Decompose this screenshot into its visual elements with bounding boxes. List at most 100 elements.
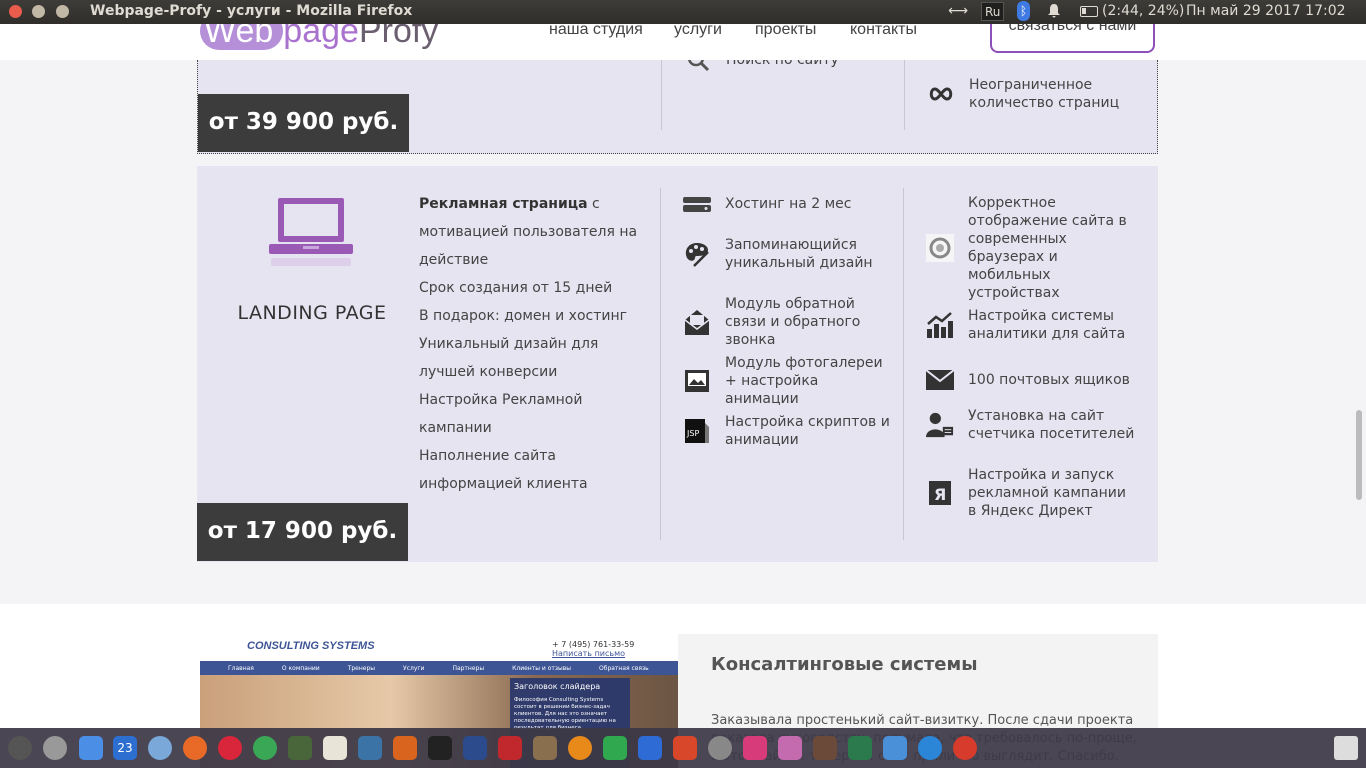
feature-text: Корректное отображение сайта в современн… — [968, 195, 1127, 301]
chrome-icon[interactable] — [253, 736, 277, 760]
service-title: LANDING PAGE — [237, 302, 387, 324]
browser-icon — [926, 234, 954, 262]
code-icon[interactable] — [463, 736, 487, 760]
nav-projects[interactable]: проекты — [755, 24, 816, 39]
feature-text: Модуль фотогалереи + настройка анимации — [725, 355, 883, 407]
upload-icon[interactable] — [953, 736, 977, 760]
python-icon[interactable] — [358, 736, 382, 760]
feature-item: 100 почтовых ящиков — [926, 366, 1138, 394]
description-item: Срок создания от 15 дней — [419, 280, 613, 296]
screenshot-phone: + 7 (495) 761-33-59 Написать письмо — [552, 640, 634, 658]
screenshot-nav: Главная О компании Тренеры Услуги Партне… — [200, 661, 678, 675]
divider — [904, 60, 905, 130]
system-icon[interactable] — [708, 736, 732, 760]
firefox-icon[interactable] — [183, 736, 207, 760]
monitor-icon[interactable] — [848, 736, 872, 760]
divider — [903, 188, 904, 540]
screenshot-nav-item: Обратная связь — [599, 664, 649, 672]
screenshot-nav-item: Партнеры — [452, 664, 485, 672]
console-icon[interactable] — [428, 736, 452, 760]
window-close-button[interactable] — [9, 5, 22, 18]
feature-item: Установка на сайт счетчика посетителей — [926, 407, 1138, 443]
launcher-icon[interactable] — [8, 736, 32, 760]
feature-text: Настройка и запуск рекламной кампании в … — [968, 467, 1126, 519]
docs-icon[interactable] — [638, 736, 662, 760]
feature-item: Настройка системы аналитики для сайта — [926, 307, 1138, 343]
gimp-icon[interactable] — [533, 736, 557, 760]
feature-item: Корректное отображение сайта в современн… — [926, 194, 1138, 302]
fox-icon[interactable] — [393, 736, 417, 760]
flower-icon[interactable] — [743, 736, 767, 760]
slides-icon[interactable] — [673, 736, 697, 760]
feature-text: Запоминающийся уникальный дизайн — [725, 237, 873, 271]
blender-icon[interactable] — [568, 736, 592, 760]
clock[interactable]: Пн май 29 2017 17:02 — [1186, 3, 1346, 19]
description-item: Уникальный дизайн для лучшей конверсии — [419, 336, 599, 380]
logo-part-profy: Profy — [358, 24, 439, 50]
feature-item: JSP Настройка скриптов и анимации — [683, 413, 895, 449]
battery-status: (2:44, 24%) — [1102, 3, 1185, 19]
screenshot-nav-item: Услуги — [403, 664, 425, 672]
folder-icon[interactable] — [883, 736, 907, 760]
finder-icon[interactable] — [79, 736, 103, 760]
feature-item: Модуль обратной связи и обратного звонка — [683, 295, 895, 349]
site-logo[interactable]: Web pageProfy — [200, 24, 438, 51]
palette-icon — [683, 240, 711, 268]
window-minimize-button[interactable] — [32, 5, 45, 18]
description-lead: Рекламная страница с мотивацией пользова… — [419, 190, 654, 274]
yandex-icon: Я — [926, 479, 954, 507]
feature-text: 100 почтовых ящиков — [968, 372, 1130, 388]
nav-contacts[interactable]: контакты — [850, 24, 917, 39]
mail-open-icon — [683, 308, 711, 336]
project-title: Консалтинговые системы — [711, 654, 978, 675]
logo-part-page: page — [283, 24, 359, 50]
opera-icon[interactable] — [218, 736, 242, 760]
screenshot-write-link: Написать письмо — [552, 649, 626, 658]
analytics-icon — [926, 311, 954, 339]
screenshot-nav-item: Главная — [228, 664, 254, 672]
svg-text:JSP: JSP — [686, 429, 699, 438]
keyboard-layout-indicator[interactable]: Ru — [981, 2, 1005, 21]
feature-text: Неограниченное количество страниц — [969, 77, 1120, 111]
visitors-icon — [926, 411, 954, 439]
trash-icon[interactable] — [1334, 736, 1358, 760]
nav-services[interactable]: услуги — [674, 24, 722, 39]
sheets-icon[interactable] — [603, 736, 627, 760]
bluetooth-icon[interactable]: ᛒ — [1017, 1, 1030, 21]
filezilla-icon[interactable] — [498, 736, 522, 760]
feature-text: Настройка системы аналитики для сайта — [968, 308, 1126, 342]
screenshot-slider-title: Заголовок слайдера — [514, 682, 601, 691]
feature-text: Модуль обратной связи и обратного звонка — [725, 296, 861, 348]
infinity-icon — [927, 80, 955, 108]
screenshot-logo: CONSULTING SYSTEMS — [247, 640, 375, 652]
notes-icon[interactable] — [323, 736, 347, 760]
divider — [661, 60, 662, 130]
notification-bell-icon[interactable] — [1046, 3, 1062, 23]
service-card-landing: LANDING PAGE Рекламная страница с мотива… — [197, 166, 1158, 562]
feature-item: Неограниченное количество страниц — [927, 76, 1139, 112]
gallery-icon — [683, 367, 711, 395]
feature-text: Настройка скриптов и анимации — [725, 414, 890, 448]
os-top-bar: Webpage-Profy - услуги - Mozilla Firefox… — [0, 0, 1366, 24]
site-header: Web pageProfy наша студия услуги проекты … — [0, 24, 1366, 60]
window-title: Webpage-Profy - услуги - Mozilla Firefox — [90, 3, 413, 19]
battery-icon[interactable] — [1080, 6, 1098, 17]
calc-icon[interactable] — [813, 736, 837, 760]
feature-text: Установка на сайт счетчика посетителей — [968, 408, 1135, 442]
settings-icon[interactable] — [43, 736, 67, 760]
server-icon — [683, 190, 711, 218]
screenshot-phone-number: + 7 (495) 761-33-59 — [552, 640, 635, 649]
envelope-icon — [926, 366, 954, 394]
page-scrollbar[interactable] — [1356, 410, 1362, 500]
terminal-icon[interactable] — [288, 736, 312, 760]
video-icon[interactable] — [778, 736, 802, 760]
window-maximize-button[interactable] — [56, 5, 69, 18]
dock: 23 — [0, 728, 1366, 768]
download-icon[interactable] — [918, 736, 942, 760]
divider — [660, 188, 661, 540]
mail-icon[interactable] — [148, 736, 172, 760]
calendar-icon[interactable]: 23 — [113, 736, 137, 760]
contact-us-button[interactable]: связаться с нами — [990, 24, 1155, 53]
network-icon[interactable]: ⟷ — [948, 3, 968, 19]
nav-studio[interactable]: наша студия — [549, 24, 643, 39]
